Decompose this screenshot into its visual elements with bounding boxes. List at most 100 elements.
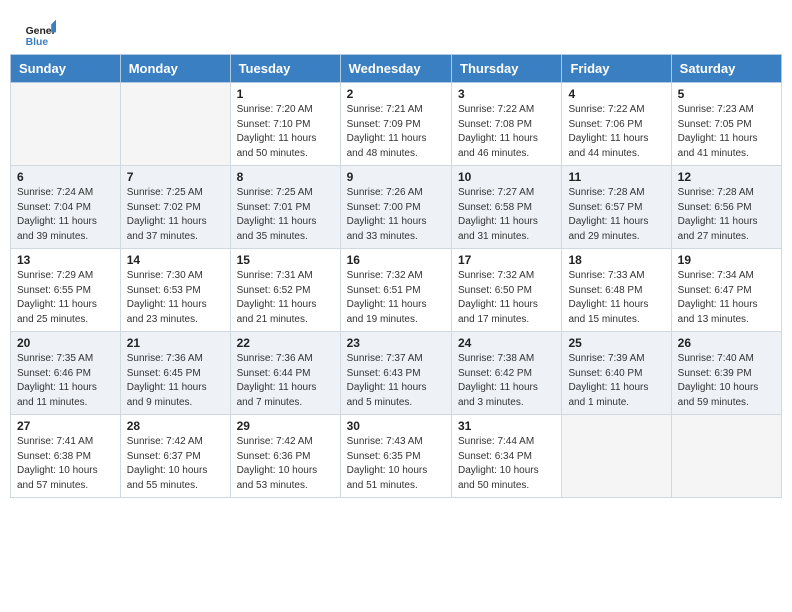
day-info: Sunrise: 7:29 AMSunset: 6:55 PMDaylight:… xyxy=(17,269,114,327)
day-number: 21 xyxy=(127,336,224,350)
day-number: 20 xyxy=(17,336,114,350)
calendar-day-cell: 17 Sunrise: 7:32 AMSunset: 6:50 PMDayligh… xyxy=(452,249,562,332)
calendar-header-sunday: Sunday xyxy=(11,55,121,83)
day-info: Sunrise: 7:35 AMSunset: 6:46 PMDaylight:… xyxy=(17,352,114,410)
day-info: Sunrise: 7:42 AMSunset: 6:37 PMDaylight:… xyxy=(127,435,224,493)
day-info: Sunrise: 7:36 AMSunset: 6:44 PMDaylight:… xyxy=(237,352,334,410)
calendar-body: 1 Sunrise: 7:20 AMSunset: 7:10 PMDaylight… xyxy=(11,83,782,498)
day-info: Sunrise: 7:22 AMSunset: 7:06 PMDaylight:… xyxy=(568,103,664,161)
calendar-day-cell: 9 Sunrise: 7:26 AMSunset: 7:00 PMDaylight… xyxy=(340,166,451,249)
day-number: 24 xyxy=(458,336,555,350)
calendar-header-saturday: Saturday xyxy=(671,55,781,83)
calendar-day-cell: 31 Sunrise: 7:44 AMSunset: 6:34 PMDayligh… xyxy=(452,415,562,498)
calendar-week-row: 13 Sunrise: 7:29 AMSunset: 6:55 PMDayligh… xyxy=(11,249,782,332)
day-number: 23 xyxy=(347,336,445,350)
day-info: Sunrise: 7:28 AMSunset: 6:56 PMDaylight:… xyxy=(678,186,775,244)
day-number: 30 xyxy=(347,419,445,433)
calendar-day-cell: 21 Sunrise: 7:36 AMSunset: 6:45 PMDayligh… xyxy=(120,332,230,415)
day-number: 22 xyxy=(237,336,334,350)
day-info: Sunrise: 7:31 AMSunset: 6:52 PMDaylight:… xyxy=(237,269,334,327)
day-number: 5 xyxy=(678,87,775,101)
day-number: 26 xyxy=(678,336,775,350)
day-number: 28 xyxy=(127,419,224,433)
calendar-week-row: 1 Sunrise: 7:20 AMSunset: 7:10 PMDaylight… xyxy=(11,83,782,166)
day-number: 6 xyxy=(17,170,114,184)
day-info: Sunrise: 7:28 AMSunset: 6:57 PMDaylight:… xyxy=(568,186,664,244)
day-number: 27 xyxy=(17,419,114,433)
calendar-day-cell: 20 Sunrise: 7:35 AMSunset: 6:46 PMDayligh… xyxy=(11,332,121,415)
day-number: 15 xyxy=(237,253,334,267)
day-info: Sunrise: 7:32 AMSunset: 6:50 PMDaylight:… xyxy=(458,269,555,327)
day-number: 7 xyxy=(127,170,224,184)
day-number: 29 xyxy=(237,419,334,433)
calendar-wrapper: SundayMondayTuesdayWednesdayThursdayFrid… xyxy=(0,54,792,508)
day-info: Sunrise: 7:27 AMSunset: 6:58 PMDaylight:… xyxy=(458,186,555,244)
calendar-header-monday: Monday xyxy=(120,55,230,83)
day-info: Sunrise: 7:33 AMSunset: 6:48 PMDaylight:… xyxy=(568,269,664,327)
day-info: Sunrise: 7:38 AMSunset: 6:42 PMDaylight:… xyxy=(458,352,555,410)
day-info: Sunrise: 7:25 AMSunset: 7:02 PMDaylight:… xyxy=(127,186,224,244)
day-number: 18 xyxy=(568,253,664,267)
day-number: 14 xyxy=(127,253,224,267)
calendar-day-cell: 5 Sunrise: 7:23 AMSunset: 7:05 PMDaylight… xyxy=(671,83,781,166)
calendar-day-cell: 11 Sunrise: 7:28 AMSunset: 6:57 PMDayligh… xyxy=(562,166,671,249)
day-number: 19 xyxy=(678,253,775,267)
day-number: 1 xyxy=(237,87,334,101)
calendar-day-cell: 18 Sunrise: 7:33 AMSunset: 6:48 PMDayligh… xyxy=(562,249,671,332)
calendar-day-cell: 2Sunrise: 7:21 AMSunset: 7:09 PMDaylight… xyxy=(340,83,451,166)
calendar-day-cell: 24 Sunrise: 7:38 AMSunset: 6:42 PMDayligh… xyxy=(452,332,562,415)
day-info: Sunrise: 7:20 AMSunset: 7:10 PMDaylight:… xyxy=(237,103,334,161)
day-number: 25 xyxy=(568,336,664,350)
calendar-header-thursday: Thursday xyxy=(452,55,562,83)
day-number: 2 xyxy=(347,87,445,101)
day-number: 31 xyxy=(458,419,555,433)
calendar-day-cell: 15 Sunrise: 7:31 AMSunset: 6:52 PMDayligh… xyxy=(230,249,340,332)
calendar-day-cell: 8Sunrise: 7:25 AMSunset: 7:01 PMDaylight… xyxy=(230,166,340,249)
day-info: Sunrise: 7:44 AMSunset: 6:34 PMDaylight:… xyxy=(458,435,555,493)
day-info: Sunrise: 7:24 AMSunset: 7:04 PMDaylight:… xyxy=(17,186,114,244)
calendar-day-cell: 26 Sunrise: 7:40 AMSunset: 6:39 PMDayligh… xyxy=(671,332,781,415)
calendar-header-friday: Friday xyxy=(562,55,671,83)
day-info: Sunrise: 7:32 AMSunset: 6:51 PMDaylight:… xyxy=(347,269,445,327)
day-info: Sunrise: 7:37 AMSunset: 6:43 PMDaylight:… xyxy=(347,352,445,410)
calendar-day-cell: 27Sunrise: 7:41 AMSunset: 6:38 PMDayligh… xyxy=(11,415,121,498)
calendar-day-cell: 12 Sunrise: 7:28 AMSunset: 6:56 PMDayligh… xyxy=(671,166,781,249)
calendar-day-cell xyxy=(671,415,781,498)
calendar-day-cell: 6 Sunrise: 7:24 AMSunset: 7:04 PMDaylight… xyxy=(11,166,121,249)
calendar-day-cell: 30 Sunrise: 7:43 AMSunset: 6:35 PMDayligh… xyxy=(340,415,451,498)
day-info: Sunrise: 7:25 AMSunset: 7:01 PMDaylight:… xyxy=(237,186,334,244)
calendar-day-cell: 7 Sunrise: 7:25 AMSunset: 7:02 PMDaylight… xyxy=(120,166,230,249)
day-number: 17 xyxy=(458,253,555,267)
day-number: 9 xyxy=(347,170,445,184)
calendar-header-wednesday: Wednesday xyxy=(340,55,451,83)
day-info: Sunrise: 7:36 AMSunset: 6:45 PMDaylight:… xyxy=(127,352,224,410)
logo: General Blue xyxy=(24,18,60,50)
calendar-day-cell: 16 Sunrise: 7:32 AMSunset: 6:51 PMDayligh… xyxy=(340,249,451,332)
calendar-day-cell: 28 Sunrise: 7:42 AMSunset: 6:37 PMDayligh… xyxy=(120,415,230,498)
day-info: Sunrise: 7:23 AMSunset: 7:05 PMDaylight:… xyxy=(678,103,775,161)
day-info: Sunrise: 7:30 AMSunset: 6:53 PMDaylight:… xyxy=(127,269,224,327)
calendar-day-cell: 29 Sunrise: 7:42 AMSunset: 6:36 PMDayligh… xyxy=(230,415,340,498)
calendar-day-cell: 19Sunrise: 7:34 AMSunset: 6:47 PMDayligh… xyxy=(671,249,781,332)
day-info: Sunrise: 7:43 AMSunset: 6:35 PMDaylight:… xyxy=(347,435,445,493)
calendar-day-cell: 10Sunrise: 7:27 AMSunset: 6:58 PMDayligh… xyxy=(452,166,562,249)
calendar-table: SundayMondayTuesdayWednesdayThursdayFrid… xyxy=(10,54,782,498)
day-info: Sunrise: 7:42 AMSunset: 6:36 PMDaylight:… xyxy=(237,435,334,493)
day-number: 16 xyxy=(347,253,445,267)
day-info: Sunrise: 7:22 AMSunset: 7:08 PMDaylight:… xyxy=(458,103,555,161)
day-info: Sunrise: 7:40 AMSunset: 6:39 PMDaylight:… xyxy=(678,352,775,410)
logo-icon: General Blue xyxy=(24,18,56,50)
calendar-header-tuesday: Tuesday xyxy=(230,55,340,83)
calendar-day-cell xyxy=(11,83,121,166)
day-number: 13 xyxy=(17,253,114,267)
calendar-day-cell: 22 Sunrise: 7:36 AMSunset: 6:44 PMDayligh… xyxy=(230,332,340,415)
calendar-day-cell: 3Sunrise: 7:22 AMSunset: 7:08 PMDaylight… xyxy=(452,83,562,166)
day-info: Sunrise: 7:39 AMSunset: 6:40 PMDaylight:… xyxy=(568,352,664,410)
calendar-day-cell: 4 Sunrise: 7:22 AMSunset: 7:06 PMDaylight… xyxy=(562,83,671,166)
day-number: 12 xyxy=(678,170,775,184)
calendar-header-row: SundayMondayTuesdayWednesdayThursdayFrid… xyxy=(11,55,782,83)
day-info: Sunrise: 7:26 AMSunset: 7:00 PMDaylight:… xyxy=(347,186,445,244)
day-number: 4 xyxy=(568,87,664,101)
day-number: 11 xyxy=(568,170,664,184)
calendar-week-row: 20 Sunrise: 7:35 AMSunset: 6:46 PMDayligh… xyxy=(11,332,782,415)
